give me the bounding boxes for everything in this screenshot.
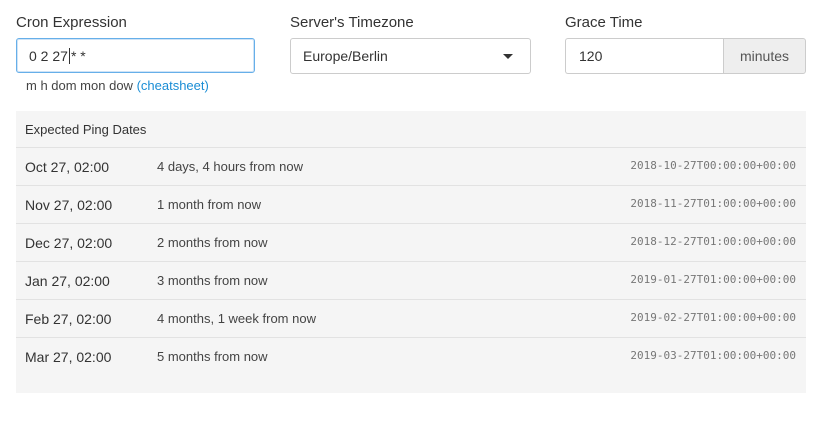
cron-expression-label: Cron Expression (16, 14, 127, 31)
ping-iso-timestamp: 2019-01-27T01:00:00+00:00 (630, 273, 796, 286)
timezone-label: Server's Timezone (290, 14, 414, 31)
grace-time-value: 120 (579, 48, 603, 64)
ping-relative-time: 5 months from now (157, 349, 268, 364)
table-row: Feb 27, 02:00 4 months, 1 week from now … (16, 299, 806, 338)
cron-value-start: 0 2 27 (29, 48, 68, 64)
table-row: Nov 27, 02:00 1 month from now 2018-11-2… (16, 185, 806, 224)
cron-fields-hint: m h dom mon dow (26, 78, 133, 93)
ping-date: Jan 27, 02:00 (25, 273, 110, 289)
table-row: Oct 27, 02:00 4 days, 4 hours from now 2… (16, 147, 806, 186)
table-row: Mar 27, 02:00 5 months from now 2019-03-… (16, 337, 806, 376)
ping-date: Mar 27, 02:00 (25, 349, 112, 365)
ping-iso-timestamp: 2018-12-27T01:00:00+00:00 (630, 235, 796, 248)
ping-iso-timestamp: 2018-11-27T01:00:00+00:00 (630, 197, 796, 210)
grace-time-unit: minutes (723, 38, 806, 74)
timezone-select[interactable]: Europe/Berlin (290, 38, 531, 74)
expected-ping-dates-panel: Expected Ping Dates Oct 27, 02:00 4 days… (16, 111, 806, 393)
ping-iso-timestamp: 2018-10-27T00:00:00+00:00 (630, 159, 796, 172)
ping-relative-time: 1 month from now (157, 197, 262, 212)
cron-hint: m h dom mon dow (cheatsheet) (26, 78, 209, 93)
text-caret (68, 48, 70, 64)
chevron-down-icon (503, 54, 513, 59)
table-row: Jan 27, 02:00 3 months from now 2019-01-… (16, 261, 806, 300)
ping-relative-time: 4 months, 1 week from now (157, 311, 316, 326)
grace-time-input[interactable]: 120 (565, 38, 724, 74)
ping-date: Oct 27, 02:00 (25, 159, 110, 175)
ping-date: Feb 27, 02:00 (25, 311, 112, 327)
expected-ping-dates-title: Expected Ping Dates (25, 122, 147, 137)
ping-relative-time: 3 months from now (157, 273, 268, 288)
ping-relative-time: 4 days, 4 hours from now (157, 159, 303, 174)
ping-iso-timestamp: 2019-02-27T01:00:00+00:00 (630, 311, 796, 324)
cron-value-end: * * (70, 48, 86, 64)
grace-time-label: Grace Time (565, 14, 643, 31)
table-row: Dec 27, 02:00 2 months from now 2018-12-… (16, 223, 806, 262)
timezone-value: Europe/Berlin (303, 48, 388, 64)
cheatsheet-link[interactable]: (cheatsheet) (137, 78, 209, 93)
ping-iso-timestamp: 2019-03-27T01:00:00+00:00 (630, 349, 796, 362)
ping-date: Nov 27, 02:00 (25, 197, 113, 213)
ping-date: Dec 27, 02:00 (25, 235, 113, 251)
cron-expression-input[interactable]: 0 2 27 * * (16, 38, 255, 73)
ping-relative-time: 2 months from now (157, 235, 268, 250)
